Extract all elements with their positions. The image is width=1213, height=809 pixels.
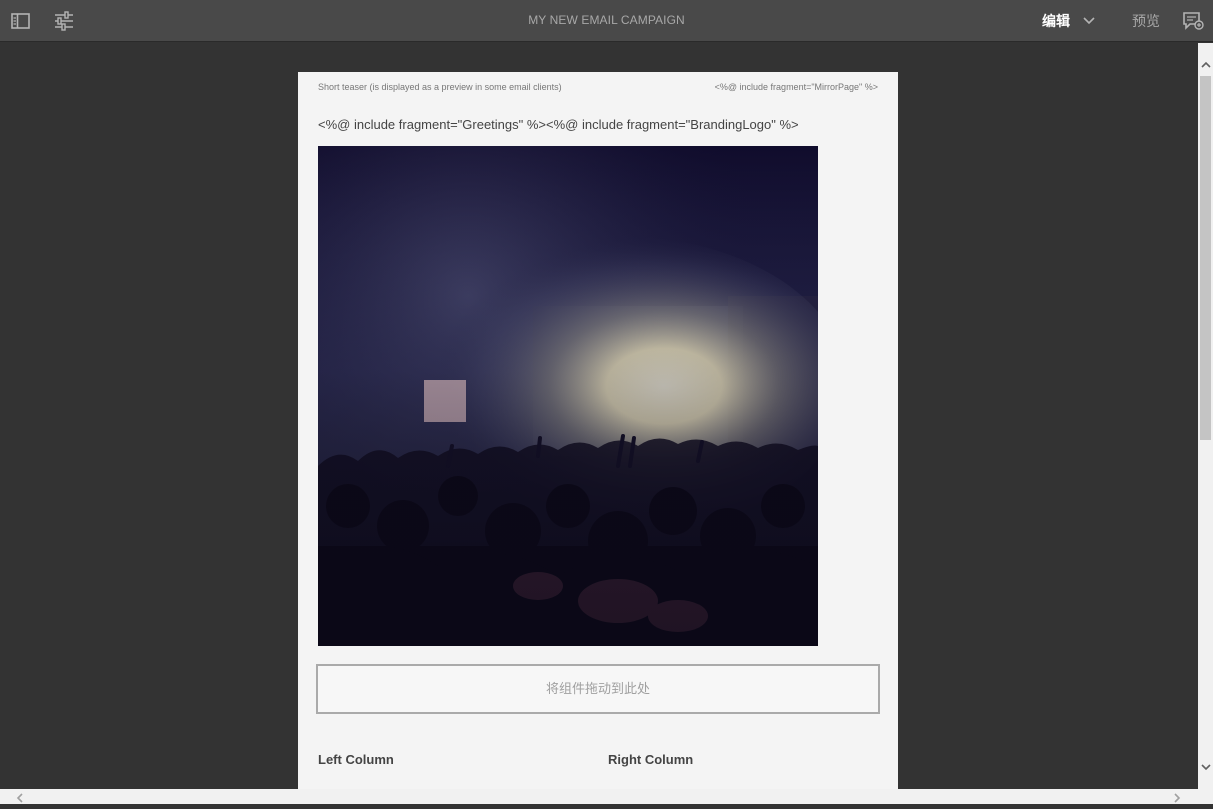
chevron-down-icon[interactable] <box>1082 14 1096 26</box>
concert-crowd-image[interactable] <box>318 146 818 646</box>
scroll-right-icon[interactable] <box>1171 791 1183 803</box>
email-template: Short teaser (is displayed as a preview … <box>298 72 898 789</box>
horizontal-scrollbar[interactable] <box>0 789 1213 804</box>
scroll-up-icon[interactable] <box>1200 58 1212 70</box>
right-column-title: Right Column <box>608 752 694 767</box>
left-column-title: Left Column <box>318 752 394 767</box>
mirror-page-fragment[interactable]: <%@ include fragment="MirrorPage" %> <box>715 82 878 92</box>
scroll-down-icon[interactable] <box>1200 760 1212 772</box>
page-title: MY NEW EMAIL CAMPAIGN <box>528 13 685 27</box>
component-dropzone[interactable]: 将组件拖动到此处 <box>316 664 880 714</box>
teaser-text[interactable]: Short teaser (is displayed as a preview … <box>318 82 562 92</box>
mode-edit-button[interactable]: 编辑 <box>1042 11 1070 31</box>
mode-preview-button[interactable]: 预览 <box>1132 11 1160 31</box>
scroll-left-icon[interactable] <box>14 791 26 803</box>
top-toolbar: MY NEW EMAIL CAMPAIGN 编辑 预览 <box>0 0 1213 42</box>
vertical-scrollbar-thumb[interactable] <box>1200 76 1211 440</box>
comment-add-icon[interactable] <box>1182 10 1204 32</box>
greeting-fragment[interactable]: <%@ include fragment="Greetings" %><%@ i… <box>318 117 799 132</box>
editor-canvas: Short teaser (is displayed as a preview … <box>0 43 1198 789</box>
